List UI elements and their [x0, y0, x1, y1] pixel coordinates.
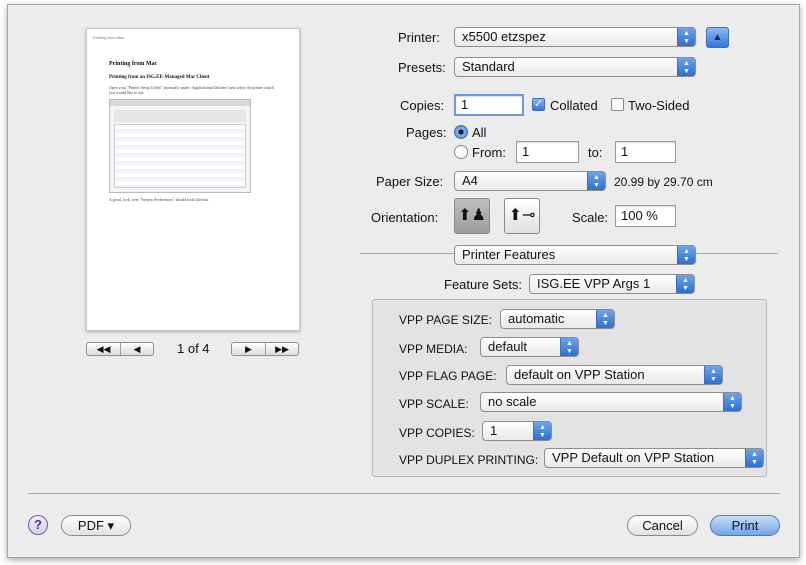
feature-sets-popup[interactable]: ISG.EE VPP Args 1 ▲ ▼ [529, 274, 695, 294]
vpp-scale-label: VPP SCALE: [399, 397, 469, 411]
cancel-button[interactable]: Cancel [627, 515, 698, 536]
feature-sets-value: ISG.EE VPP Args 1 [537, 276, 651, 291]
preview-header: Printing from Mac [93, 35, 125, 40]
preview-caption: A good, look, over "System Preferences" … [109, 197, 210, 202]
preview-forward-nav: ▶ ▶▶ [231, 342, 299, 356]
vpp-media-label: VPP MEDIA: [399, 342, 468, 356]
vpp-copies-popup[interactable]: 1 ▲ ▼ [482, 421, 552, 441]
vpp-page-size-value: automatic [508, 311, 565, 326]
vpp-duplex-value: VPP Default on VPP Station [552, 450, 715, 465]
presets-label: Presets: [398, 60, 446, 75]
vpp-scale-value: no scale [488, 394, 537, 409]
section-value: Printer Features [462, 247, 556, 262]
popup-arrows-icon: ▲ ▼ [704, 366, 722, 384]
disclosure-button[interactable]: ▲ [706, 27, 729, 48]
presets-popup[interactable]: Standard ▲ ▼ [454, 57, 696, 77]
portrait-orientation-button[interactable]: ⬆♟ [454, 198, 490, 234]
popup-arrows-icon: ▲ ▼ [723, 393, 741, 411]
popup-arrows-icon: ▲ ▼ [677, 28, 695, 46]
page-preview: Printing from Mac Printing from Mac Prin… [86, 28, 300, 331]
vpp-duplex-popup[interactable]: VPP Default on VPP Station ▲ ▼ [544, 448, 764, 468]
preview-back-nav: ◀◀ ◀ [86, 342, 154, 356]
portrait-person-icon: ⬆♟ [458, 207, 486, 224]
paper-dimensions: 20.99 by 29.70 cm [614, 175, 713, 189]
first-page-button[interactable]: ◀◀ [87, 343, 121, 355]
two-sided-label: Two-Sided [628, 98, 690, 113]
landscape-orientation-button[interactable]: ⬆⊸ [504, 198, 540, 234]
popup-arrows-icon: ▲ ▼ [677, 246, 695, 264]
vpp-flag-page-label: VPP FLAG PAGE: [399, 369, 497, 383]
pages-from-field[interactable]: 1 [516, 141, 579, 163]
previous-page-button[interactable]: ◀ [121, 343, 153, 355]
preview-body: Open your "Printer Setup Utility" (norma… [109, 85, 274, 95]
vpp-page-size-popup[interactable]: automatic ▲ ▼ [500, 309, 615, 329]
print-dialog: Printing from Mac Printing from Mac Prin… [7, 4, 800, 558]
collated-label: Collated [550, 98, 598, 113]
pages-to-label: to: [588, 145, 603, 160]
pages-label: Pages: [406, 125, 447, 140]
vpp-duplex-label: VPP DUPLEX PRINTING: [399, 453, 539, 467]
orientation-label: Orientation: [371, 210, 439, 225]
pages-all-radio[interactable] [454, 125, 468, 139]
collated-checkbox[interactable]: ✓ [532, 98, 545, 111]
popup-arrows-icon: ▲ ▼ [596, 310, 614, 328]
vpp-flag-page-popup[interactable]: default on VPP Station ▲ ▼ [506, 365, 723, 385]
popup-arrows-icon: ▲ ▼ [533, 422, 551, 440]
footer-divider [28, 493, 780, 494]
pages-from-radio[interactable] [454, 145, 468, 159]
popup-arrows-icon: ▲ ▼ [677, 58, 695, 76]
presets-value: Standard [462, 59, 515, 74]
copies-label: Copies: [400, 98, 445, 113]
vpp-media-popup[interactable]: default ▲ ▼ [480, 337, 579, 357]
printer-popup[interactable]: x5500 etzspez ▲ ▼ [454, 27, 696, 47]
pages-from-label: From: [472, 145, 506, 160]
paper-size-label: Paper Size: [376, 174, 444, 189]
popup-arrows-icon: ▲ ▼ [587, 172, 605, 190]
paper-size-value: A4 [462, 173, 478, 188]
pdf-button[interactable]: PDF ▾ [61, 515, 131, 536]
preview-title: Printing from Mac [109, 61, 158, 67]
popup-arrows-icon: ▲ ▼ [676, 275, 694, 293]
last-page-button[interactable]: ▶▶ [266, 343, 298, 355]
page-indicator: 1 of 4 [177, 341, 210, 356]
copies-field[interactable]: 1 [454, 94, 524, 116]
printer-label: Printer: [398, 30, 440, 45]
paper-size-popup[interactable]: A4 ▲ ▼ [454, 171, 606, 191]
section-popup[interactable]: Printer Features ▲ ▼ [454, 245, 696, 265]
vpp-flag-page-value: default on VPP Station [514, 367, 645, 382]
printer-value: x5500 etzspez [462, 29, 546, 44]
popup-arrows-icon: ▲ ▼ [745, 449, 763, 467]
pages-all-label: All [472, 125, 487, 140]
vpp-media-value: default [488, 339, 528, 354]
scale-field[interactable]: 100 % [615, 205, 676, 227]
vpp-copies-label: VPP COPIES: [399, 426, 475, 440]
scale-label: Scale: [572, 210, 609, 225]
vpp-scale-popup[interactable]: no scale ▲ ▼ [480, 392, 742, 412]
triangle-up-icon: ▲ [712, 32, 723, 43]
popup-arrows-icon: ▲ ▼ [560, 338, 578, 356]
help-button[interactable]: ? [28, 515, 48, 535]
vpp-copies-value: 1 [490, 423, 498, 438]
next-page-button[interactable]: ▶ [232, 343, 266, 355]
vpp-page-size-label: VPP PAGE SIZE: [399, 313, 492, 327]
question-mark-icon: ? [34, 517, 42, 532]
two-sided-checkbox[interactable] [611, 98, 624, 111]
landscape-person-icon: ⬆⊸ [508, 207, 536, 224]
feature-sets-label: Feature Sets: [444, 277, 523, 292]
pages-to-field[interactable]: 1 [615, 141, 676, 163]
preview-subtitle: Printing from an ISG.EE-Managed Mac Clie… [109, 75, 210, 80]
print-button[interactable]: Print [710, 515, 780, 536]
preview-screenshot [109, 99, 251, 193]
